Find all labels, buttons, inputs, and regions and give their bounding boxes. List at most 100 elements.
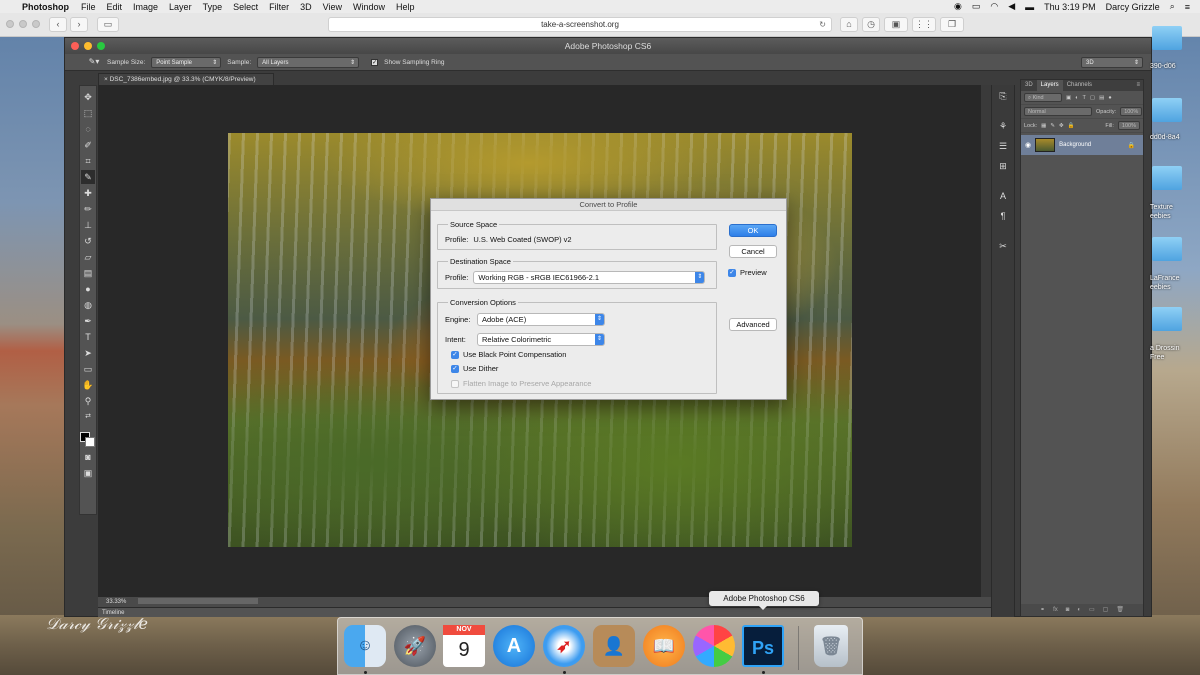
photos-icon[interactable] [693,625,735,667]
hand-tool-icon[interactable]: ✋ [81,378,95,392]
finder-icon[interactable]: ☺ [344,625,386,667]
horizontal-scrollbar[interactable] [138,598,259,605]
menu-edit[interactable]: Edit [107,2,123,12]
blend-mode-select[interactable]: Normal [1024,107,1092,116]
healing-brush-tool-icon[interactable]: ✚ [81,186,95,200]
history-brush-tool-icon[interactable]: ↺ [81,234,95,248]
tool-presets-panel-icon[interactable]: ✂ [996,239,1010,253]
airplay-icon[interactable]: ▭ [972,1,981,12]
search-icon[interactable]: ⌕ [1170,1,1175,12]
menu-filter[interactable]: Filter [269,2,289,12]
safari-close-button[interactable] [6,20,14,28]
tab-channels[interactable]: Channels [1063,80,1096,91]
workspace-select[interactable]: 3D ⇕ [1081,57,1143,68]
crop-tool-icon[interactable]: ⌗ [81,154,95,168]
menubar-user[interactable]: Darcy Grizzle [1106,2,1160,12]
battery-icon[interactable]: ▬ [1025,2,1034,12]
launchpad-icon[interactable]: 🚀 [394,625,436,667]
filter-shape-icon[interactable]: ▢ [1090,95,1095,101]
paragraph-panel-icon[interactable]: ¶ [996,209,1010,223]
menu-image[interactable]: Image [133,2,158,12]
layer-mask-icon[interactable]: ◙ [1066,604,1070,616]
calendar-icon[interactable]: NOV 9 [443,625,485,667]
volume-icon[interactable]: ◀ [1008,1,1015,12]
timeline-panel-tab[interactable]: Timeline [98,607,991,617]
ibooks-icon[interactable]: 📖 [643,625,685,667]
lock-transparent-icon[interactable]: ▦ [1041,123,1046,129]
desktop-folder-icon[interactable] [1152,237,1182,261]
safari-zoom-button[interactable] [32,20,40,28]
history-panel-icon[interactable]: ⎘ [996,89,1010,103]
pen-tool-icon[interactable]: ✒ [81,314,95,328]
filter-adjustment-icon[interactable]: ◐ [1075,95,1078,101]
filter-smart-object-icon[interactable]: ▤ [1099,95,1104,101]
dodge-tool-icon[interactable]: ◍ [81,298,95,312]
top-sites-icon[interactable]: ⋮⋮ [912,17,936,32]
lock-image-icon[interactable]: ✎ [1050,123,1055,129]
use-dither-checkbox[interactable]: ✓ [451,364,459,373]
layer-row-background[interactable]: ◉ Background 🔒 [1021,135,1143,155]
eraser-tool-icon[interactable]: ▱ [81,250,95,264]
back-button[interactable]: ‹ [49,17,67,32]
layer-kind-select[interactable]: ⌕ Kind [1024,93,1062,102]
paths-panel-icon[interactable]: ⊞ [996,159,1010,173]
document-tab[interactable]: × DSC_7386embed.jpg @ 33.3% (CMYK/8/Prev… [98,73,274,85]
adjustments-panel-icon[interactable]: ⚘ [996,119,1010,133]
ps-close-button[interactable] [71,42,79,50]
home-icon[interactable]: ⌂ [840,17,858,32]
screen-mode-icon[interactable]: ▣ [81,466,95,480]
blur-tool-icon[interactable]: ● [81,282,95,296]
filter-type-icon[interactable]: T [1083,95,1086,101]
shape-tool-icon[interactable]: ▭ [81,362,95,376]
background-color-swatch[interactable] [85,437,95,447]
desktop-folder-icon[interactable] [1152,98,1182,122]
visibility-eye-icon[interactable]: ◉ [1025,141,1031,149]
reload-icon[interactable]: ↻ [819,18,826,32]
path-selection-tool-icon[interactable]: ➤ [81,346,95,360]
properties-panel-icon[interactable]: ☰ [996,139,1010,153]
trash-icon[interactable]: 🗑 [814,625,848,667]
intent-select[interactable]: Relative Colorimetric ⇕ [477,333,605,346]
delete-layer-icon[interactable]: 🗑 [1116,604,1124,616]
filter-pixel-icon[interactable]: ▣ [1066,95,1071,101]
sidebar-icon[interactable]: ▭ [97,17,119,32]
move-tool-icon[interactable]: ✥ [81,90,95,104]
filter-toggle-icon[interactable]: ● [1108,95,1111,101]
zoom-level[interactable]: 33.33% [106,599,126,605]
menu-type[interactable]: Type [203,2,223,12]
lock-all-icon[interactable]: 🔒 [1068,123,1075,129]
desktop-folder-icon[interactable] [1152,307,1182,331]
black-point-compensation-checkbox[interactable]: ✓ [451,350,459,359]
contacts-icon[interactable]: 👤 [593,625,635,667]
ps-zoom-button[interactable] [97,42,105,50]
menu-help[interactable]: Help [396,2,415,12]
quick-selection-tool-icon[interactable]: ✐ [81,138,95,152]
photoshop-dock-icon[interactable]: Ps [742,625,784,667]
ok-button[interactable]: OK [729,224,777,237]
tabs-overview-icon[interactable]: ❐ [940,17,964,32]
clone-stamp-tool-icon[interactable]: ⊥ [81,218,95,232]
menu-layer[interactable]: Layer [169,2,192,12]
adjustment-layer-icon[interactable]: ◐ [1077,604,1081,616]
eyedropper-tool-preset-icon[interactable]: ✎▾ [87,55,101,69]
safari-minimize-button[interactable] [19,20,27,28]
forward-button[interactable]: › [70,17,88,32]
new-group-icon[interactable]: ▭ [1089,604,1095,616]
ps-minimize-button[interactable] [84,42,92,50]
desktop-folder-icon[interactable] [1152,26,1182,50]
quick-mask-icon[interactable]: ◙ [81,450,95,464]
sample-size-select[interactable]: Point Sample ⇕ [151,56,222,68]
link-layers-icon[interactable]: ⚭ [1040,604,1045,616]
history-icon[interactable]: ◷ [862,17,880,32]
cancel-button[interactable]: Cancel [729,245,777,258]
notification-center-icon[interactable]: ≡ [1185,2,1190,12]
creative-cloud-icon[interactable]: ◉ [954,1,962,12]
vertical-scrollbar[interactable] [981,85,991,597]
safari-icon[interactable]: ➶ [543,625,585,667]
eyedropper-tool-icon[interactable]: ✎ [81,170,95,184]
menu-window[interactable]: Window [353,2,385,12]
sample-select[interactable]: All Layers ⇕ [257,56,360,68]
zoom-tool-icon[interactable]: ⚲ [81,394,95,408]
menu-view[interactable]: View [323,2,342,12]
menu-app-name[interactable]: Photoshop [22,2,69,12]
